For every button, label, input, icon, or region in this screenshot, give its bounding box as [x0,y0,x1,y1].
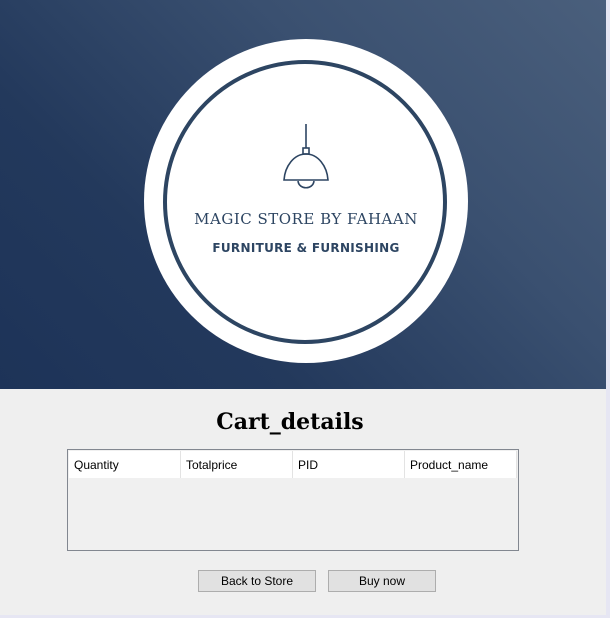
store-logo: MAGIC STORE BY FAHAAN FURNITURE & FURNIS… [144,39,468,363]
back-to-store-button[interactable]: Back to Store [198,570,316,592]
column-header-quantity[interactable]: Quantity [69,451,181,478]
brand-tagline: FURNITURE & FURNISHING [212,241,400,255]
column-header-product-name[interactable]: Product_name [405,451,517,478]
cart-table[interactable]: Quantity Totalprice PID Product_name [67,449,519,551]
pendant-lamp-icon [283,124,329,189]
cart-window: MAGIC STORE BY FAHAAN FURNITURE & FURNIS… [0,0,606,615]
buy-now-button[interactable]: Buy now [328,570,436,592]
brand-name: MAGIC STORE BY FAHAAN [194,210,418,228]
column-header-totalprice[interactable]: Totalprice [181,451,293,478]
store-banner: MAGIC STORE BY FAHAAN FURNITURE & FURNIS… [0,0,606,389]
logo-ring [163,60,447,344]
cart-table-header: Quantity Totalprice PID Product_name [69,451,517,478]
column-header-pid[interactable]: PID [293,451,405,478]
page-title: Cart_details [216,409,364,435]
